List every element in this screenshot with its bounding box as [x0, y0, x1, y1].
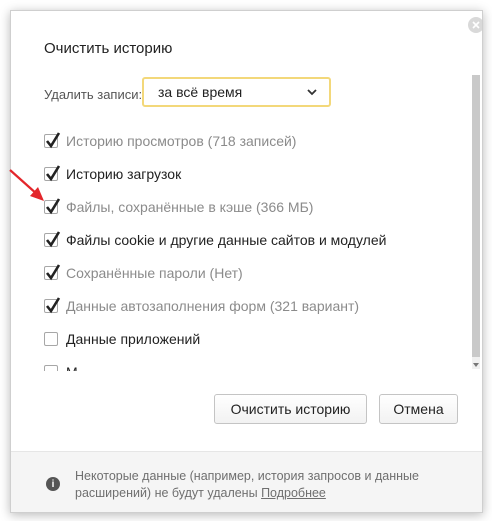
check-icon [45, 297, 61, 314]
footer-info: i Некоторые данные (например, история за… [11, 451, 482, 512]
footer-text: Некоторые данные (например, история запр… [75, 468, 435, 502]
checkbox-autofill-data[interactable]: Данные автозаполнения форм (321 вариант) [44, 296, 424, 316]
checkbox[interactable] [44, 132, 61, 149]
scroll-down-arrow-icon[interactable] [472, 361, 480, 369]
checkbox-cache-files[interactable]: Файлы, сохранённые в кэше (366 МБ) [44, 197, 424, 217]
item-detail: (366 МБ) [252, 199, 314, 215]
check-icon [45, 231, 61, 248]
items-list: Историю просмотров (718 записей) Историю… [11, 127, 471, 371]
checkbox-saved-passwords[interactable]: Сохранённые пароли (Нет) [44, 263, 424, 283]
checkbox[interactable] [44, 332, 58, 346]
dialog-title: Очистить историю [44, 40, 173, 57]
checkbox[interactable] [44, 231, 61, 248]
checkbox-download-history[interactable]: Историю загрузок [44, 164, 424, 184]
check-icon [45, 198, 61, 215]
info-icon: i [46, 477, 60, 491]
item-label: Данные приложений [66, 331, 201, 347]
checkbox-browsing-history[interactable]: Историю просмотров (718 записей) [44, 131, 424, 151]
chevron-down-icon [307, 89, 317, 96]
item-label: М [66, 364, 78, 371]
checkbox[interactable] [44, 297, 61, 314]
item-label: Файлы, сохранённые в кэше [66, 199, 253, 215]
scrollbar-thumb[interactable] [472, 75, 480, 357]
checkbox-partial-item[interactable]: М [44, 362, 424, 371]
period-select-value: за всё время [158, 84, 243, 100]
item-detail: (Нет) [205, 265, 243, 281]
check-icon [45, 264, 61, 281]
item-label: Данные автозаполнения форм [66, 298, 266, 314]
item-label: Историю загрузок [66, 166, 182, 182]
footer-message: Некоторые данные (например, история запр… [75, 469, 419, 500]
item-label: Историю просмотров [66, 133, 204, 149]
item-detail: (718 записей) [203, 133, 297, 149]
item-detail: (321 вариант) [265, 298, 360, 314]
clear-history-dialog: Очистить историю Удалить записи: за всё … [10, 10, 483, 513]
check-icon [45, 132, 61, 149]
cancel-button[interactable]: Отмена [379, 394, 458, 424]
item-label: Сохранённые пароли [66, 265, 206, 281]
item-label: Файлы cookie и другие данные сайтов и мо… [66, 232, 387, 248]
check-icon [45, 165, 61, 182]
period-select[interactable]: за всё время [142, 77, 331, 107]
checkbox[interactable] [44, 264, 61, 281]
clear-history-button[interactable]: Очистить историю [214, 394, 367, 424]
checkbox[interactable] [44, 198, 61, 215]
close-button[interactable] [468, 17, 482, 33]
checkbox-cookies[interactable]: Файлы cookie и другие данные сайтов и мо… [44, 230, 424, 250]
checkbox[interactable] [44, 165, 61, 182]
checkbox-app-data[interactable]: Данные приложений [44, 329, 424, 349]
close-icon [472, 21, 480, 29]
more-info-link[interactable]: Подробнее [261, 486, 326, 500]
checkbox[interactable] [44, 365, 58, 371]
delete-records-label: Удалить записи: [44, 87, 143, 102]
